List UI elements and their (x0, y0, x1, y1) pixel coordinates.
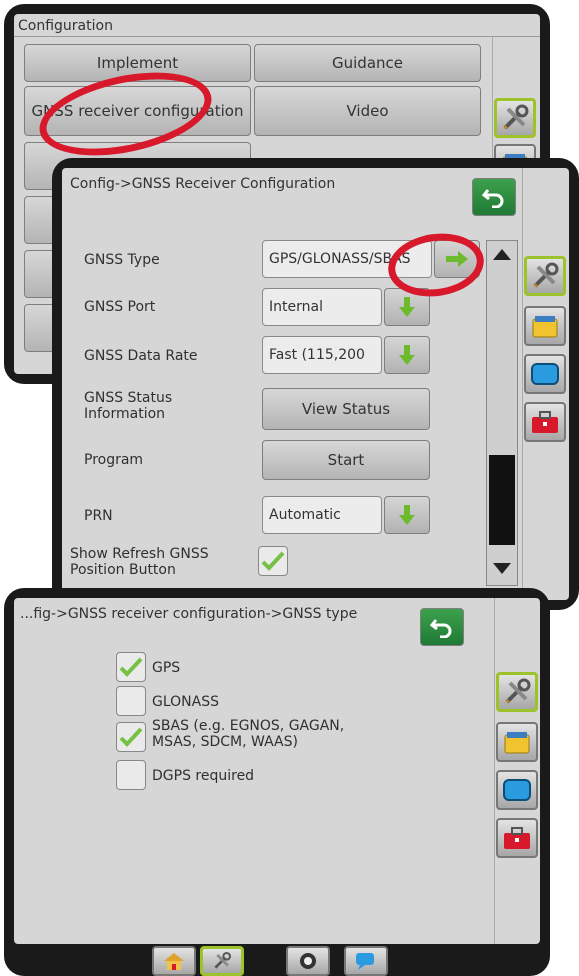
gnss-type-title: ...fig->GNSS receiver configuration->GNS… (20, 606, 358, 622)
toolbox-tab[interactable] (524, 402, 566, 442)
configuration-title: Configuration (18, 18, 113, 34)
screen-tab[interactable] (496, 770, 538, 810)
bottom-nav (4, 946, 550, 976)
checkmark-icon (119, 657, 143, 677)
gnss-data-rate-label: GNSS Data Rate (84, 348, 198, 364)
glonass-checkbox[interactable] (116, 686, 146, 716)
scrollbar[interactable] (486, 240, 518, 586)
video-button[interactable]: Video (254, 86, 481, 136)
gnss-port-label: GNSS Port (84, 299, 156, 315)
home-tab[interactable] (152, 946, 196, 976)
back-button[interactable] (472, 178, 516, 216)
scroll-up-arrow-icon[interactable] (493, 249, 511, 260)
view-status-button[interactable]: View Status (262, 388, 430, 430)
gnss-data-rate-dropdown-button[interactable] (384, 336, 430, 374)
chat-tab[interactable] (344, 946, 388, 976)
back-arrow-icon (430, 619, 452, 638)
gnss-type-screen: ...fig->GNSS receiver configuration->GNS… (14, 598, 540, 944)
back-arrow-icon (482, 189, 504, 208)
glonass-label: GLONASS (152, 694, 219, 710)
guidance-button[interactable]: Guidance (254, 44, 481, 82)
start-button[interactable]: Start (262, 440, 430, 480)
scroll-down-arrow-icon[interactable] (493, 563, 511, 574)
dgps-required-checkbox[interactable] (116, 760, 146, 790)
tools-icon (503, 104, 529, 130)
screen-icon (503, 779, 531, 801)
camera-tab[interactable] (286, 946, 330, 976)
tools-tab[interactable] (496, 672, 538, 712)
back-button[interactable] (420, 608, 464, 646)
dgps-required-label: DGPS required (152, 768, 255, 784)
arrow-down-icon (399, 297, 415, 317)
home-icon (164, 953, 184, 970)
tools-icon (214, 952, 231, 969)
screen-tab[interactable] (524, 354, 566, 394)
gps-label: GPS (152, 660, 181, 676)
folder-tab[interactable] (496, 722, 538, 762)
toolbox-icon (532, 411, 558, 433)
tools-icon (533, 262, 559, 288)
sbas-checkbox[interactable] (116, 722, 146, 752)
gnss-port-value: Internal (262, 288, 382, 326)
gnss-receiver-title: Config->GNSS Receiver Configuration (70, 176, 336, 192)
folder-icon (532, 316, 558, 338)
camera-icon (300, 953, 316, 969)
arrow-down-icon (399, 345, 415, 365)
arrow-down-icon (399, 505, 415, 525)
gnss-type-panel: ...fig->GNSS receiver configuration->GNS… (4, 588, 550, 976)
folder-tab[interactable] (524, 306, 566, 346)
gnss-receiver-screen: Config->GNSS Receiver Configuration GNSS… (62, 168, 569, 600)
tools-tab[interactable] (494, 98, 536, 138)
prn-value: Automatic (262, 496, 382, 534)
chat-icon (356, 953, 374, 970)
program-label: Program (84, 452, 144, 468)
gnss-type-label: GNSS Type (84, 252, 160, 268)
prn-label: PRN (84, 508, 113, 524)
gnss-status-label: GNSS Status Information (84, 390, 173, 422)
screen-icon (531, 363, 559, 385)
tools-icon (505, 678, 531, 704)
gnss-data-rate-value: Fast (115,200 (262, 336, 382, 374)
toolbox-icon (504, 827, 530, 849)
folder-icon (504, 732, 530, 754)
tools-tab[interactable] (524, 256, 566, 296)
checkmark-icon (261, 551, 285, 571)
sbas-label: SBAS (e.g. EGNOS, GAGAN, MSAS, SDCM, WAA… (152, 718, 345, 750)
gps-checkbox[interactable] (116, 652, 146, 682)
show-refresh-label: Show Refresh GNSS Position Button (70, 546, 209, 578)
tools-nav-tab[interactable] (200, 946, 244, 976)
show-refresh-checkbox[interactable] (258, 546, 288, 576)
gnss-receiver-panel: Config->GNSS Receiver Configuration GNSS… (52, 158, 579, 610)
prn-dropdown-button[interactable] (384, 496, 430, 534)
checkmark-icon (119, 727, 143, 747)
toolbox-tab[interactable] (496, 818, 538, 858)
scroll-thumb[interactable] (489, 455, 515, 545)
